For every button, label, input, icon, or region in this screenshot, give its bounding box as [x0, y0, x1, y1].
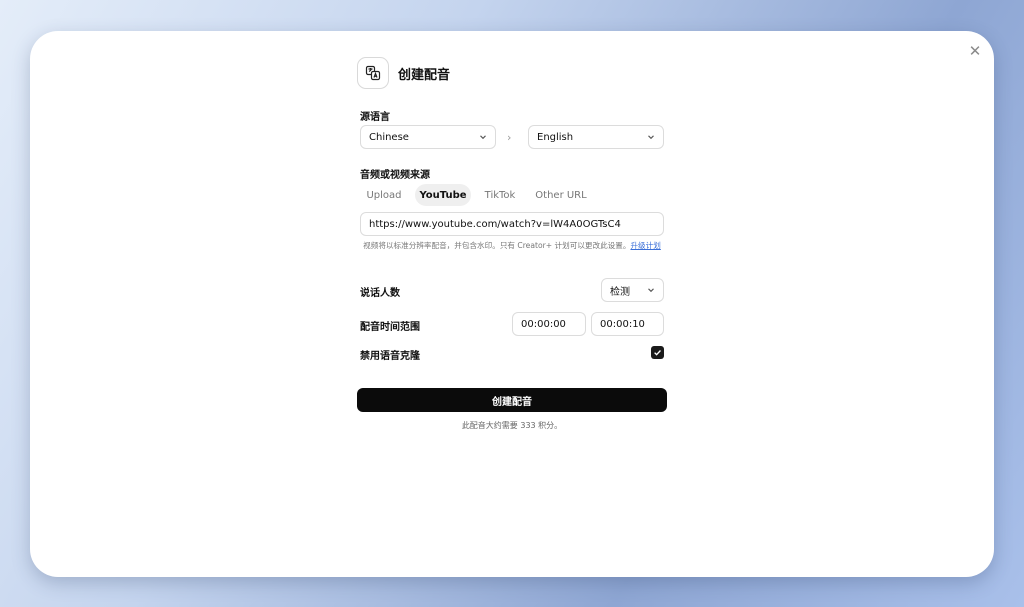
create-dub-button[interactable]: 创建配音: [357, 388, 667, 412]
translate-icon: [357, 57, 389, 89]
media-source-label: 音频或视频来源: [360, 170, 430, 181]
upgrade-plan-link[interactable]: 升级计划: [630, 241, 660, 250]
disable-voice-clone-checkbox[interactable]: [651, 346, 664, 359]
end-time-input[interactable]: [591, 312, 664, 336]
watermark-hint: 视频将以标准分辨率配音，并包含水印。只有 Creator+ 计划可以更改此设置。…: [360, 241, 664, 251]
speakers-select[interactable]: 检测: [601, 278, 664, 302]
url-input[interactable]: [360, 212, 664, 236]
time-range-label: 配音时间范围: [360, 322, 420, 333]
dialog-title: 创建配音: [398, 68, 451, 83]
disable-voice-clone-label: 禁用语音克隆: [360, 351, 420, 362]
chevron-down-icon: [648, 135, 654, 140]
speakers-value: 检测: [610, 286, 630, 298]
chevron-down-icon: [480, 135, 486, 140]
tab-upload[interactable]: Upload: [361, 184, 407, 206]
hint-text: 视频将以标准分辨率配音，并包含水印。只有 Creator+ 计划可以更改此设置。: [363, 241, 631, 250]
credits-estimate: 此配音大约需要 333 积分。: [461, 421, 563, 430]
source-language-select[interactable]: Chinese: [360, 125, 496, 149]
source-language-label: 源语言: [360, 112, 390, 123]
tab-tiktok[interactable]: TikTok: [479, 184, 521, 206]
source-language-value: Chinese: [369, 131, 409, 143]
chevron-right-icon: ›: [507, 131, 512, 144]
start-time-input[interactable]: [512, 312, 586, 336]
close-icon[interactable]: ✕: [967, 43, 983, 59]
checkmark-icon: [654, 350, 661, 356]
target-language-select[interactable]: English: [528, 125, 664, 149]
speakers-label: 说话人数: [360, 288, 400, 299]
target-language-value: English: [537, 131, 574, 143]
dialog: [30, 31, 994, 577]
tab-youtube[interactable]: YouTube: [415, 184, 471, 206]
tab-other-url[interactable]: Other URL: [531, 184, 591, 206]
chevron-down-icon: [648, 288, 654, 293]
